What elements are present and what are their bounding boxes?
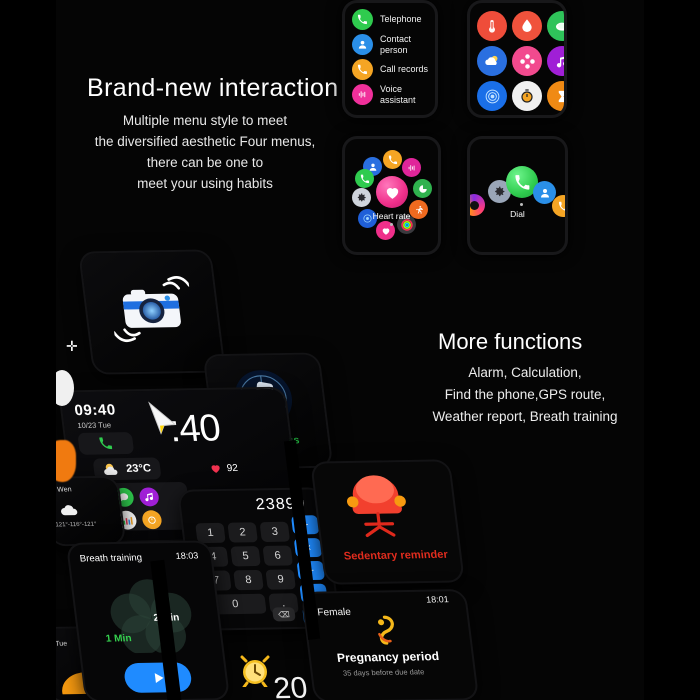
watch-camera-screen <box>80 251 224 373</box>
plus-mark: ✛ <box>66 338 78 354</box>
watch-dial-menu: Dial <box>470 139 565 252</box>
voice-assistant-icon[interactable] <box>402 158 421 177</box>
weather-card-bottom-day: Tue <box>54 640 68 648</box>
phone-icon[interactable] <box>355 169 374 188</box>
hero-line-3: there can be one to <box>146 155 264 170</box>
weather-card-range: 121°-116°-121° <box>55 521 97 529</box>
more-functions-line-3: Weather report, Breath training <box>432 409 618 424</box>
settings-gear-icon[interactable] <box>352 188 371 207</box>
watch-face-time: 09:40 <box>73 401 117 420</box>
music-note-icon[interactable] <box>138 487 160 507</box>
watch-face-shortcut-phone[interactable] <box>77 432 135 455</box>
weather-cloud-icon <box>102 462 122 477</box>
stopwatch-icon[interactable] <box>141 510 163 530</box>
blood-drop-icon[interactable] <box>512 11 542 41</box>
weather-card-day: Wen <box>56 486 73 494</box>
pregnancy-gender: Female <box>316 606 352 619</box>
watch-list-menu: Telephone Contact person Call records Vo… <box>345 3 435 115</box>
hourglass-icon[interactable] <box>547 81 564 111</box>
contact-person-icon <box>352 34 373 55</box>
circular-menu-center-label: Heart rate <box>372 211 411 221</box>
more-functions-line-2: Find the phone,GPS route, <box>444 387 606 402</box>
list-item[interactable]: Call records <box>345 57 435 82</box>
flower-icon[interactable] <box>512 46 542 76</box>
calc-key-1[interactable]: 1 <box>195 522 226 544</box>
left-letterbox <box>0 0 56 700</box>
thermometer-icon[interactable] <box>477 11 507 41</box>
voice-assistant-icon <box>352 84 373 105</box>
watch-face-heart-rate: 92 <box>209 462 239 474</box>
watch-grid-menu <box>470 3 564 115</box>
calc-key-5[interactable]: 5 <box>230 546 261 567</box>
camera-icon[interactable] <box>107 274 196 345</box>
pregnancy-title: Pregnancy period <box>336 649 440 665</box>
weather-sun-cloud-icon[interactable] <box>477 46 507 76</box>
heart-icon <box>209 462 223 474</box>
watch-face-date: 10/23 Tue <box>76 420 112 430</box>
page-indicator-dot <box>520 203 523 206</box>
list-item[interactable]: Contact person <box>345 32 435 57</box>
breath-training-title: Breath training <box>79 552 143 565</box>
call-records-icon <box>352 59 373 80</box>
hero-line-4: meet your using habits <box>137 176 273 191</box>
list-item-label: Telephone <box>380 14 422 25</box>
cloud-icon <box>59 502 83 517</box>
cursor-arrow-icon <box>146 400 180 435</box>
radar-icon[interactable] <box>477 81 507 111</box>
music-note-icon[interactable] <box>547 46 564 76</box>
baby-icon <box>368 614 402 646</box>
right-letterbox <box>644 0 700 700</box>
stopwatch-icon[interactable] <box>512 81 542 111</box>
pregnancy-subtitle: 35 days before due date <box>342 667 425 678</box>
phone-icon <box>352 9 373 30</box>
alarm-clock-icon <box>240 655 270 687</box>
product-page: Brand-new interaction Multiple menu styl… <box>0 0 700 700</box>
sedentary-reminder-label: Sedentary reminder <box>343 548 449 563</box>
hero-line-2: the diversified aesthetic Four menus, <box>94 134 316 149</box>
list-item-label: Voice assistant <box>380 84 416 105</box>
plate-icon[interactable] <box>547 11 564 41</box>
alarm-partial-digits: 20 <box>271 671 310 700</box>
watch-circular-menu: Heart rate <box>345 139 438 252</box>
watch-pregnancy-screen: Female 18:01 Pregnancy period 35 days be… <box>302 590 478 700</box>
hero-line-1: Multiple menu style to meet <box>122 113 288 128</box>
calc-key-delete[interactable]: ⌫ <box>272 607 296 622</box>
chair-icon <box>338 472 416 539</box>
more-functions-title: More functions <box>438 329 583 354</box>
breath-option-1min[interactable]: 1 Min <box>105 633 132 644</box>
hero-title: Brand-new interaction <box>87 74 339 102</box>
list-item-label: Call records <box>380 64 429 75</box>
watch-face-heart-rate-value: 92 <box>226 462 239 474</box>
phone-icon <box>98 436 114 450</box>
calc-key-2[interactable]: 2 <box>227 522 258 543</box>
more-functions-line-1: Alarm, Calculation, <box>468 365 582 380</box>
page-indicator-dot <box>390 223 393 226</box>
calc-key-9[interactable]: 9 <box>265 569 296 590</box>
breath-play-button[interactable] <box>122 662 193 693</box>
pie-chart-icon[interactable] <box>413 179 432 198</box>
watch-face-temperature: 23°C <box>125 462 152 475</box>
pregnancy-time: 18:01 <box>425 594 450 605</box>
calc-key-3[interactable]: 3 <box>259 521 291 543</box>
calc-key-8[interactable]: 8 <box>233 569 264 591</box>
circular-menu-center-icon[interactable] <box>376 176 408 208</box>
call-records-icon[interactable] <box>383 150 402 169</box>
breath-training-time: 18:03 <box>175 550 199 561</box>
watch-breath-training-screen: Breath training 18:03 1 Min 2 Min <box>68 542 228 700</box>
calc-key-6[interactable]: 6 <box>262 545 294 566</box>
watch-sedentary-screen: Sedentary reminder <box>312 461 463 583</box>
list-item[interactable]: Voice assistant <box>345 82 435 107</box>
dial-menu-center-label: Dial <box>510 209 525 219</box>
list-item-label: Contact person <box>380 34 412 55</box>
list-item[interactable]: Telephone <box>345 7 435 32</box>
